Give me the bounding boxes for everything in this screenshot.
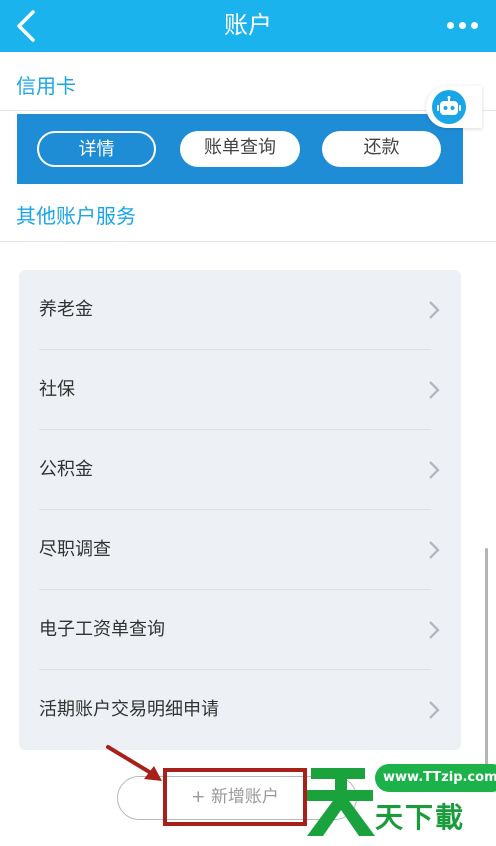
chevron-right-icon [429, 461, 440, 479]
top-app-bar: 账户 [0, 0, 496, 52]
chevron-right-icon [429, 701, 440, 719]
list-item-label: 活期账户交易明细申请 [39, 699, 219, 720]
annotation-arrow-icon [106, 745, 162, 781]
robot-icon [432, 90, 466, 124]
list-item-label: 社保 [39, 379, 75, 400]
chevron-right-icon [429, 301, 440, 319]
list-item-social-security[interactable]: 社保 [19, 350, 461, 430]
list-item-label: 养老金 [39, 299, 93, 320]
list-item-label: 公积金 [39, 459, 93, 480]
divider [0, 241, 496, 242]
watermark-url: www.TTzip.com [375, 764, 496, 792]
more-dot [470, 21, 478, 29]
account-page: 账户 信用卡 详情 账单查询 还款 其他账户服务 养老金 社保 公积金 尽职调查… [0, 0, 496, 846]
repay-button[interactable]: 还款 [322, 131, 441, 167]
scrollbar[interactable] [485, 548, 488, 788]
chevron-right-icon [429, 381, 440, 399]
other-services-section-title: 其他账户服务 [16, 204, 136, 228]
watermark: www.TTzip.com 天下載 [305, 758, 496, 846]
list-item-housing-fund[interactable]: 公积金 [19, 430, 461, 510]
add-account-button[interactable]: + 新增账户 [163, 768, 307, 826]
assistant-button[interactable] [426, 86, 482, 128]
more-menu-button[interactable] [442, 10, 482, 40]
list-item-transaction-detail-request[interactable]: 活期账户交易明细申请 [19, 670, 461, 750]
page-title: 账户 [224, 11, 272, 39]
detail-button[interactable]: 详情 [37, 131, 156, 167]
more-dot [458, 21, 466, 29]
credit-card-section-title: 信用卡 [16, 74, 76, 98]
list-item-label: 电子工资单查询 [39, 619, 165, 640]
watermark-text: 天下載 [375, 801, 466, 834]
chevron-right-icon [429, 541, 440, 559]
list-item-label: 尽职调查 [39, 539, 111, 560]
services-list: 养老金 社保 公积金 尽职调查 电子工资单查询 活期账户交易明细申请 [19, 270, 461, 750]
credit-card-actions: 详情 账单查询 还款 [17, 114, 463, 184]
list-item-pension[interactable]: 养老金 [19, 270, 461, 350]
list-item-due-diligence[interactable]: 尽职调查 [19, 510, 461, 590]
watermark-logo-icon [307, 768, 375, 836]
divider [0, 110, 496, 111]
bill-query-button[interactable]: 账单查询 [180, 131, 300, 167]
list-item-payslip-query[interactable]: 电子工资单查询 [19, 590, 461, 670]
more-dots-icon [446, 21, 454, 29]
chevron-right-icon [429, 621, 440, 639]
